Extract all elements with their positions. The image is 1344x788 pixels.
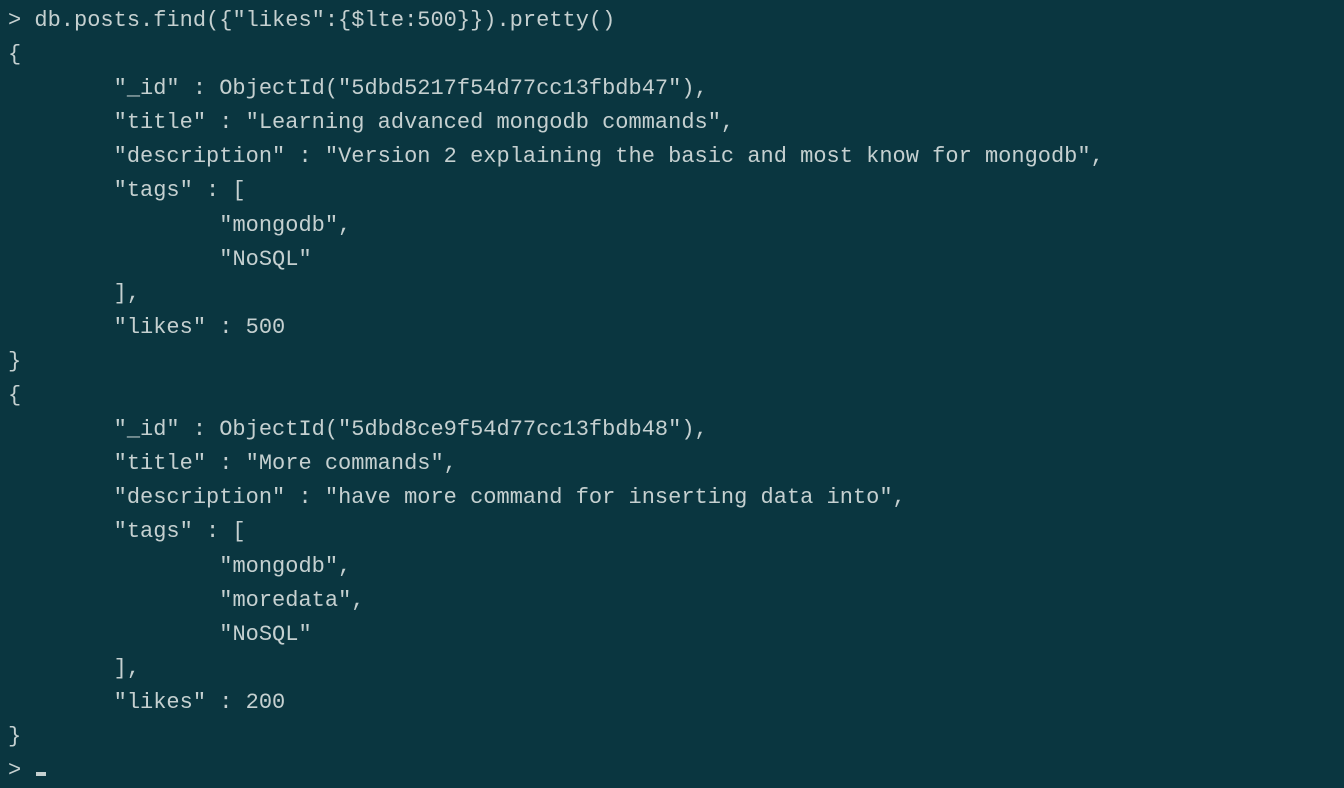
result-0-likes: 500: [246, 315, 286, 340]
result-1-description: have more command for inserting data int…: [338, 485, 879, 510]
result-1-id: 5dbd8ce9f54d77cc13fbdb48: [351, 417, 668, 442]
prompt-symbol: >: [8, 8, 21, 33]
command-text: db.posts.find({"likes":{$lte:500}}).pret…: [34, 8, 615, 33]
result-0-tag-1: NoSQL: [232, 247, 298, 272]
next-prompt-symbol: >: [8, 758, 21, 783]
cursor: [36, 772, 46, 776]
result-0-title: Learning advanced mongodb commands: [259, 110, 708, 135]
result-1-tag-0: mongodb: [232, 554, 324, 579]
result-0-tag-0: mongodb: [232, 213, 324, 238]
result-1-likes: 200: [246, 690, 286, 715]
result-block-1: { "_id" : ObjectId("5dbd8ce9f54d77cc13fb…: [8, 383, 906, 749]
result-0-description: Version 2 explaining the basic and most …: [338, 144, 1077, 169]
result-1-tag-1: moredata: [232, 588, 338, 613]
result-1-tag-2: NoSQL: [232, 622, 298, 647]
result-1-title: More commands: [259, 451, 431, 476]
result-0-id: 5dbd5217f54d77cc13fbdb47: [351, 76, 668, 101]
terminal-output[interactable]: > db.posts.find({"likes":{$lte:500}}).pr…: [8, 4, 1336, 788]
result-block-0: { "_id" : ObjectId("5dbd5217f54d77cc13fb…: [8, 42, 1104, 374]
